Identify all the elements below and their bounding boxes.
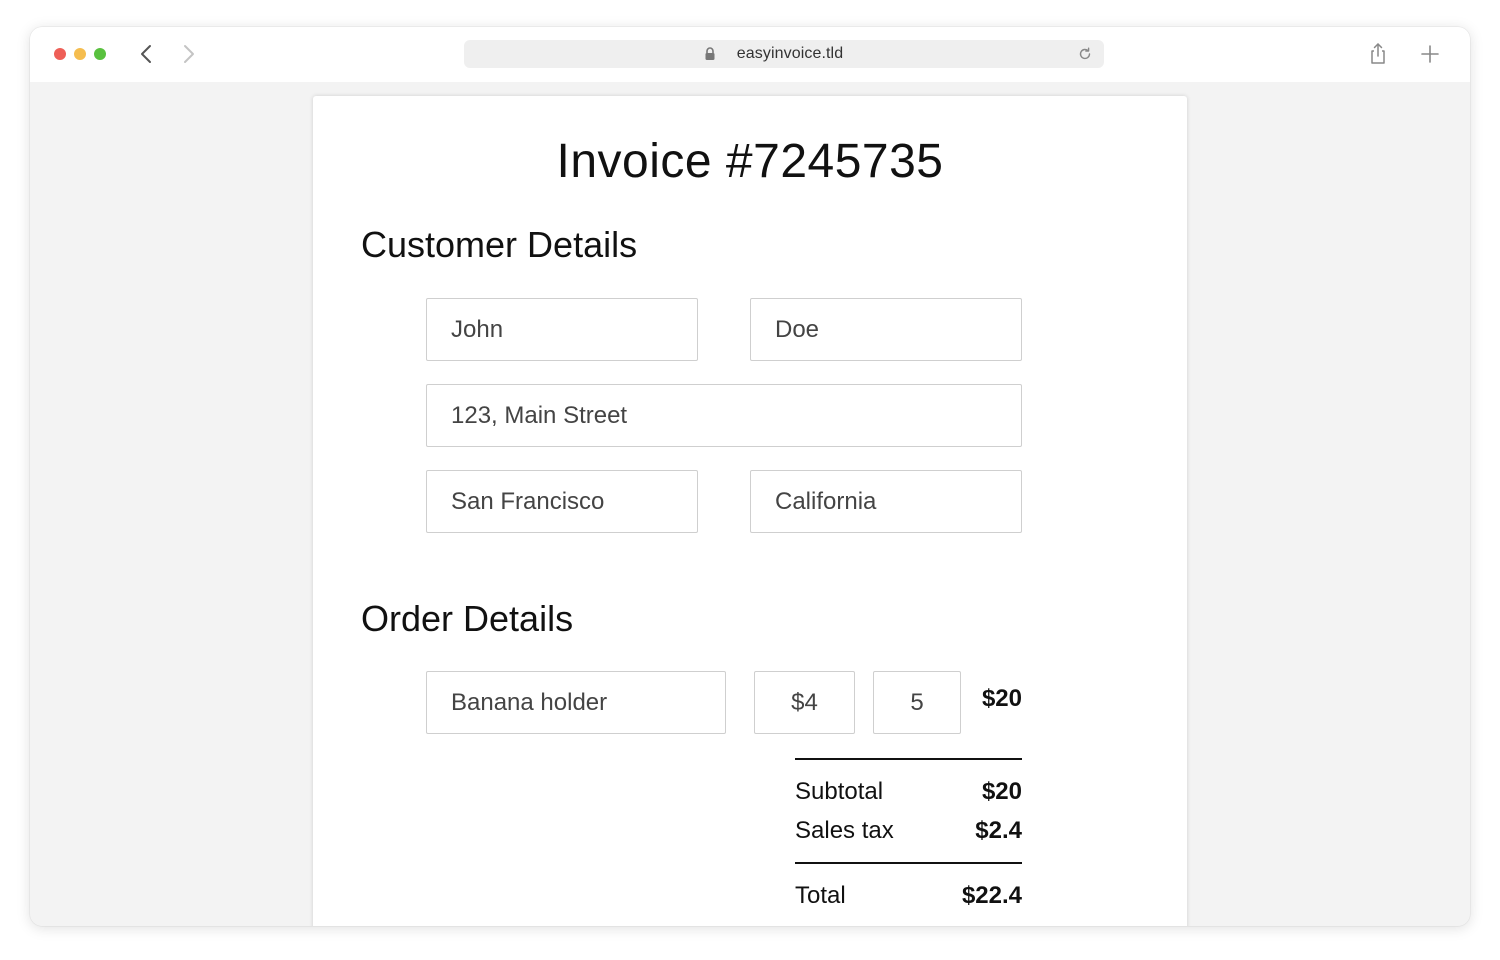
new-tab-button[interactable] [1418, 42, 1442, 66]
url-text: easyinvoice.tld [736, 45, 844, 62]
customer-details-heading: Customer Details [361, 224, 638, 265]
share-button[interactable] [1367, 42, 1389, 66]
chevron-right-icon [184, 45, 194, 63]
item-line-total: $20 [981, 685, 1022, 712]
back-button[interactable] [134, 42, 158, 66]
city-input[interactable] [426, 470, 698, 533]
total-label: Total [795, 882, 846, 909]
address-bar[interactable]: easyinvoice.tld [464, 40, 1104, 68]
minimize-window-button[interactable] [74, 48, 86, 60]
share-icon [1371, 43, 1385, 64]
summary-divider-top [795, 758, 1022, 760]
item-name-input[interactable] [426, 671, 726, 734]
chevron-left-icon [141, 45, 151, 63]
invoice-title: Invoice #7245735 [556, 135, 944, 188]
lock-icon [705, 47, 715, 60]
plus-icon [1421, 45, 1439, 63]
subtotal-label: Subtotal [795, 778, 884, 805]
last-name-input[interactable] [750, 298, 1022, 361]
total-value: $22.4 [961, 882, 1022, 909]
browser-window: easyinvoice.tld Invoice #7245735 Custome… [30, 27, 1470, 926]
invoice-sheet: Invoice #7245735 Customer Details Order … [313, 96, 1187, 926]
item-price-input[interactable] [754, 671, 855, 734]
state-input[interactable] [750, 470, 1022, 533]
subtotal-value: $20 [981, 778, 1022, 805]
browser-toolbar: easyinvoice.tld [30, 27, 1470, 82]
order-details-heading: Order Details [361, 598, 574, 639]
window-controls [54, 48, 106, 60]
forward-button[interactable] [177, 42, 201, 66]
sales-tax-label: Sales tax [795, 817, 894, 844]
reload-icon[interactable] [1078, 47, 1092, 61]
street-address-input[interactable] [426, 384, 1022, 447]
maximize-window-button[interactable] [94, 48, 106, 60]
close-window-button[interactable] [54, 48, 66, 60]
page-viewport: Invoice #7245735 Customer Details Order … [30, 82, 1470, 926]
sales-tax-value: $2.4 [975, 817, 1022, 844]
item-quantity-input[interactable] [873, 671, 961, 734]
summary-divider-bottom [795, 862, 1022, 864]
first-name-input[interactable] [426, 298, 698, 361]
